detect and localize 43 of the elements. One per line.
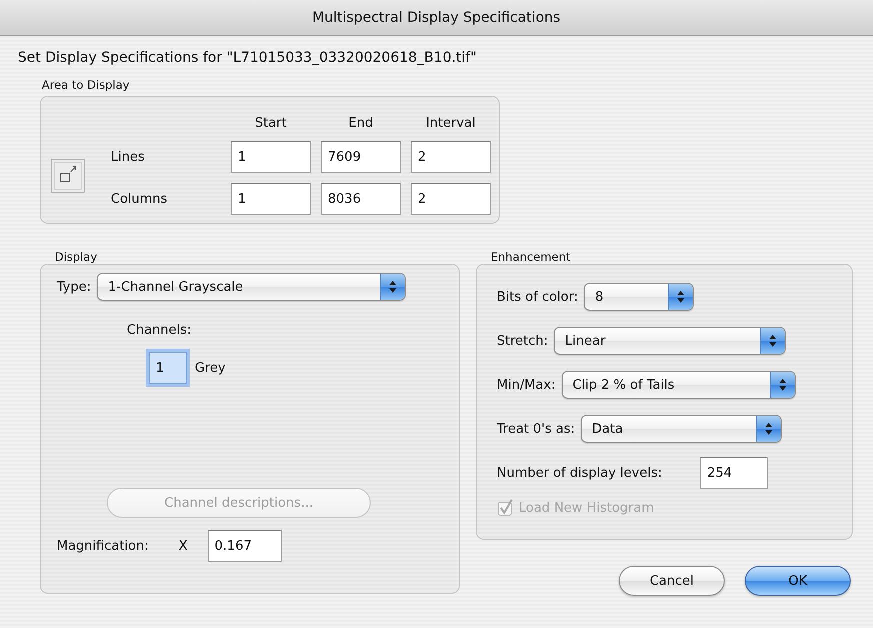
text-field[interactable]: 7609 [321, 141, 401, 173]
field-label: Stretch: [497, 334, 548, 348]
row-label: Columns [111, 192, 169, 206]
dropdown-select[interactable]: Linear [554, 327, 786, 355]
text-field[interactable]: 1 [231, 141, 311, 173]
column-header: End [348, 116, 374, 131]
text-field[interactable]: 1 [231, 183, 311, 215]
window-title: Multispectral Display Specifications [312, 10, 561, 26]
column-header: Interval [425, 116, 477, 131]
group-label: Enhancement [490, 250, 572, 264]
up-down-arrows-icon [677, 290, 686, 304]
column-header: Start [254, 116, 288, 131]
type-select[interactable]: 1-Channel Grayscale [97, 273, 406, 301]
text-field[interactable]: 0.167 [208, 530, 282, 562]
up-down-arrows-icon [769, 334, 778, 348]
up-down-arrows-icon [765, 422, 774, 436]
row-label: Lines [111, 150, 146, 164]
field-label: Bits of color: [497, 290, 578, 304]
text-field[interactable]: 2 [411, 183, 491, 215]
field-label: X [178, 538, 188, 554]
group-label: Area to Display [41, 78, 131, 92]
field-label: Channels: [127, 323, 193, 338]
dropdown-select[interactable]: Data [581, 415, 782, 443]
checkbox-label: Load New Histogram [519, 500, 654, 516]
channel-field[interactable]: 1 [149, 352, 187, 384]
dropdown-select[interactable]: Clip 2 % of Tails [562, 371, 796, 399]
field-label: Type: [57, 280, 92, 294]
channel-name: Grey [195, 360, 226, 376]
dialog-button[interactable]: Cancel [619, 566, 725, 596]
dialog-heading: Set Display Specifications for "L71015033_03320020618_B10.tif" [18, 50, 478, 66]
field-label: Number of display levels: [497, 466, 662, 480]
text-field[interactable]: 254 [700, 457, 768, 489]
up-down-arrows-icon [778, 378, 787, 392]
zoom-to-fit-icon[interactable] [51, 159, 85, 193]
dialog-button[interactable]: OK [745, 566, 851, 596]
text-field[interactable]: 2 [411, 141, 491, 173]
up-down-arrows-icon [389, 280, 398, 294]
field-label: Min/Max: [497, 378, 556, 392]
text-field[interactable]: 8036 [321, 183, 401, 215]
field-label: Magnification: [57, 538, 149, 554]
dropdown-select[interactable]: 8 [584, 283, 694, 311]
field-label: Treat 0's as: [497, 422, 576, 436]
group-label: Display [54, 250, 98, 264]
